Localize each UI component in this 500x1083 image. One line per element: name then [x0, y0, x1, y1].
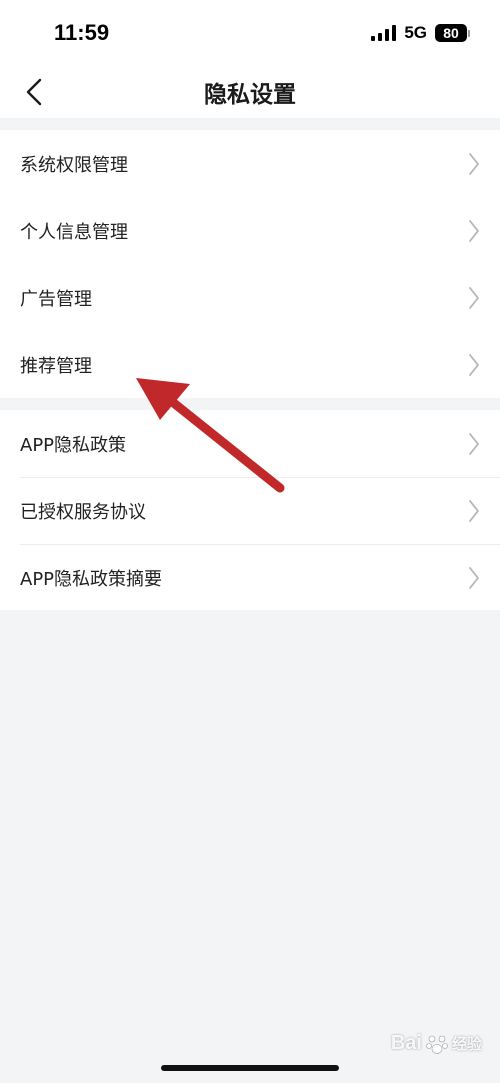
menu-item-label: 个人信息管理 — [20, 221, 128, 243]
home-indicator[interactable] — [161, 1065, 339, 1071]
nav-bar: 隐私设置 — [0, 66, 500, 118]
chevron-right-icon — [468, 431, 482, 457]
menu-item-app-privacy-policy[interactable]: APP隐私政策 — [0, 410, 500, 477]
menu-item-label: 已授权服务协议 — [20, 501, 146, 523]
menu-item-label: 广告管理 — [20, 288, 92, 310]
watermark-brand: Bai — [390, 1032, 422, 1054]
privacy-management-section: 系统权限管理 个人信息管理 广告管理 推荐管理 — [0, 130, 500, 398]
chevron-right-icon — [468, 218, 482, 244]
menu-item-label: APP隐私政策摘要 — [20, 568, 163, 590]
battery-icon: 80 — [435, 24, 470, 42]
menu-item-personal-info[interactable]: 个人信息管理 — [0, 197, 500, 264]
menu-item-recommendation-management[interactable]: 推荐管理 — [0, 331, 500, 398]
network-label: 5G — [404, 23, 427, 42]
menu-item-label: 推荐管理 — [20, 355, 92, 377]
watermark-sub: 经验 — [451, 1036, 482, 1053]
chevron-right-icon — [468, 565, 482, 591]
menu-item-ad-management[interactable]: 广告管理 — [0, 264, 500, 331]
privacy-policy-section: APP隐私政策 已授权服务协议 APP隐私政策摘要 — [0, 410, 500, 610]
menu-item-label: 系统权限管理 — [20, 154, 128, 176]
chevron-right-icon — [468, 151, 482, 177]
chevron-right-icon — [468, 498, 482, 524]
menu-item-system-permissions[interactable]: 系统权限管理 — [0, 130, 500, 197]
menu-item-privacy-policy-summary[interactable]: APP隐私政策摘要 — [0, 544, 500, 611]
paw-icon — [426, 1035, 448, 1054]
battery-level: 80 — [435, 24, 467, 42]
menu-item-authorized-agreements[interactable]: 已授权服务协议 — [0, 477, 500, 544]
chevron-right-icon — [468, 285, 482, 311]
watermark: Bai 经验 — [391, 1032, 482, 1055]
status-bar: 11:59 5G 80 — [0, 0, 500, 66]
signal-icon — [371, 25, 397, 41]
menu-item-label: APP隐私政策 — [20, 434, 127, 456]
page-title: 隐私设置 — [204, 82, 296, 108]
chevron-right-icon — [468, 352, 482, 378]
status-time: 11:59 — [54, 20, 110, 45]
status-icons: 5G 80 — [371, 22, 470, 44]
